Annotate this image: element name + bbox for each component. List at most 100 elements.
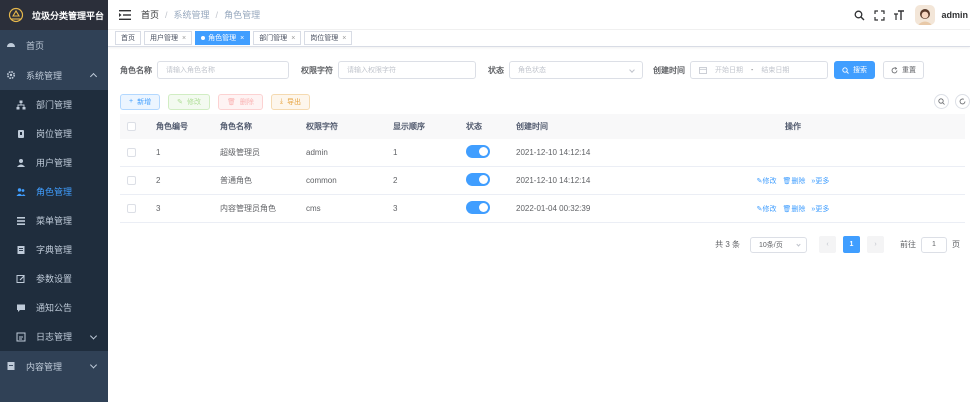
row-checkbox[interactable]	[120, 148, 142, 157]
column-header: 角色名称	[220, 122, 252, 131]
role-name-input[interactable]: 请输入角色名称	[157, 61, 289, 79]
sidebar-item-content[interactable]: 内容管理	[0, 351, 108, 381]
recycle-logo-icon	[8, 7, 24, 23]
sidebar-item-log[interactable]: 日志管理	[0, 322, 108, 351]
close-icon[interactable]: ×	[182, 35, 186, 42]
toggle-search-button[interactable]	[934, 94, 949, 109]
edit-link-label: 修改	[762, 177, 777, 185]
pagination: 共 3 条 10条/页 ‹ 1 › 前往 1 页	[715, 236, 960, 253]
role-key: cms	[306, 204, 321, 213]
tag-label: 角色管理	[208, 35, 237, 42]
date-range-picker[interactable]: 开始日期 - 结束日期	[690, 61, 828, 79]
tag-label: 部门管理	[259, 35, 288, 42]
status-switch[interactable]	[466, 145, 490, 158]
sidebar-item-notice[interactable]: 通知公告	[0, 293, 108, 322]
sidebar-item-system[interactable]: 系统管理	[0, 60, 108, 90]
role-key-input[interactable]: 请输入权限字符	[338, 61, 476, 79]
avatar[interactable]	[915, 5, 936, 25]
font-size-icon[interactable]	[893, 9, 905, 21]
sidebar-item-dept[interactable]: 部门管理	[0, 90, 108, 119]
close-icon[interactable]: ×	[342, 35, 346, 42]
prev-page-button[interactable]: ‹	[819, 236, 836, 253]
sidebar-item-dict[interactable]: 字典管理	[0, 235, 108, 264]
edit-icon	[16, 274, 26, 284]
close-icon[interactable]: ×	[240, 35, 244, 42]
search-icon[interactable]	[853, 9, 865, 21]
hamburger-icon[interactable]	[119, 9, 131, 20]
page-size-select[interactable]: 10条/页	[750, 236, 807, 253]
more-link[interactable]: »更多	[811, 176, 829, 186]
delete-link[interactable]: 🗑删除	[783, 204, 806, 214]
chevron-right-icon: ›	[874, 241, 877, 248]
edit-link-label: 修改	[762, 205, 777, 213]
sidebar-item-label: 通知公告	[36, 303, 73, 313]
chevron-down-icon	[796, 241, 801, 247]
close-icon[interactable]: ×	[291, 35, 295, 42]
sidebar: 垃圾分类管理平台 首页 系统管理 部门管理 岗位管理 用户管理 角色管理 菜单管…	[0, 0, 108, 402]
sidebar-item-role[interactable]: 角色管理	[0, 177, 108, 206]
tag-label: 首页	[121, 35, 135, 42]
delete-button[interactable]: 🗑 删除	[217, 93, 263, 110]
peoples-icon	[16, 187, 26, 197]
total-count: 共 3 条	[715, 240, 740, 249]
chevron-left-icon: ‹	[826, 241, 829, 248]
download-icon: ⤓	[279, 97, 283, 105]
edit-button[interactable]: ✎ 修改	[168, 93, 210, 110]
gear-icon	[6, 70, 16, 80]
sidebar-item-label: 日志管理	[36, 332, 73, 342]
edit-link[interactable]: ✎修改	[757, 176, 777, 186]
sidebar-item-config[interactable]: 参数设置	[0, 264, 108, 293]
username[interactable]: admin	[941, 10, 968, 20]
add-button[interactable]: + 新增	[120, 93, 161, 110]
breadcrumb: 首页 / 系统管理 / 角色管理	[141, 8, 260, 21]
breadcrumb-item[interactable]: 首页	[141, 8, 159, 21]
role-name: 内容管理员角色	[220, 204, 276, 213]
status-switch[interactable]	[466, 201, 490, 214]
app-logo[interactable]: 垃圾分类管理平台	[0, 0, 108, 30]
sidebar-item-user[interactable]: 用户管理	[0, 148, 108, 177]
sidebar-item-label: 参数设置	[36, 274, 73, 284]
sidebar-item-label: 系统管理	[26, 70, 63, 81]
fullscreen-icon[interactable]	[873, 9, 885, 21]
search-button[interactable]: 搜索	[834, 61, 875, 79]
column-header: 创建时间	[516, 122, 548, 131]
post-icon	[16, 129, 26, 139]
row-checkbox[interactable]	[120, 176, 142, 185]
search-form: 角色名称 请输入角色名称 权限字符 请输入权限字符 状态 角色状态 创建时间 开…	[120, 59, 970, 81]
role-id: 3	[156, 204, 161, 213]
next-page-button[interactable]: ›	[867, 236, 884, 253]
refresh-button[interactable]	[955, 94, 970, 109]
page-number[interactable]: 1	[843, 236, 860, 253]
goto-page-input[interactable]: 1	[921, 236, 947, 253]
edit-link[interactable]: ✎修改	[757, 204, 777, 214]
role-key: common	[306, 176, 337, 185]
status-select[interactable]: 角色状态	[509, 61, 643, 79]
reset-button[interactable]: 重置	[883, 61, 924, 79]
sidebar-item-menu[interactable]: 菜单管理	[0, 206, 108, 235]
role-key: admin	[306, 148, 328, 157]
create-time: 2022-01-04 00:32:39	[516, 204, 591, 213]
table-header: 角色编号 角色名称 权限字符 显示顺序 状态 创建时间 操作	[120, 114, 965, 139]
tag-dept[interactable]: 部门管理 ×	[253, 31, 302, 45]
table-row: 2 普通角色 common 2 2021-12-10 14:12:14 ✎修改 …	[120, 167, 965, 195]
chevron-down-icon	[89, 331, 98, 340]
tag-post[interactable]: 岗位管理 ×	[304, 31, 353, 45]
export-button[interactable]: ⤓ 导出	[270, 93, 310, 110]
more-link[interactable]: »更多	[811, 204, 829, 214]
row-checkbox[interactable]	[120, 204, 142, 213]
breadcrumb-separator: /	[165, 9, 168, 20]
tag-user[interactable]: 用户管理 ×	[144, 31, 193, 45]
tag-label: 岗位管理	[310, 35, 339, 42]
select-all-checkbox[interactable]	[120, 122, 142, 131]
chevron-down-icon	[89, 361, 98, 369]
sidebar-item-home[interactable]: 首页	[0, 30, 108, 60]
tag-home[interactable]: 首页	[115, 31, 141, 45]
status-switch[interactable]	[466, 173, 490, 186]
sidebar-item-post[interactable]: 岗位管理	[0, 119, 108, 148]
export-button-label: 导出	[286, 98, 301, 106]
action-toolbar: + 新增 ✎ 修改 🗑 删除 ⤓ 导出	[120, 93, 970, 110]
role-key-label: 权限字符	[301, 65, 333, 75]
delete-link[interactable]: 🗑删除	[783, 176, 806, 186]
tag-role[interactable]: 角色管理 ×	[195, 31, 251, 45]
sidebar-item-label: 内容管理	[26, 361, 63, 372]
